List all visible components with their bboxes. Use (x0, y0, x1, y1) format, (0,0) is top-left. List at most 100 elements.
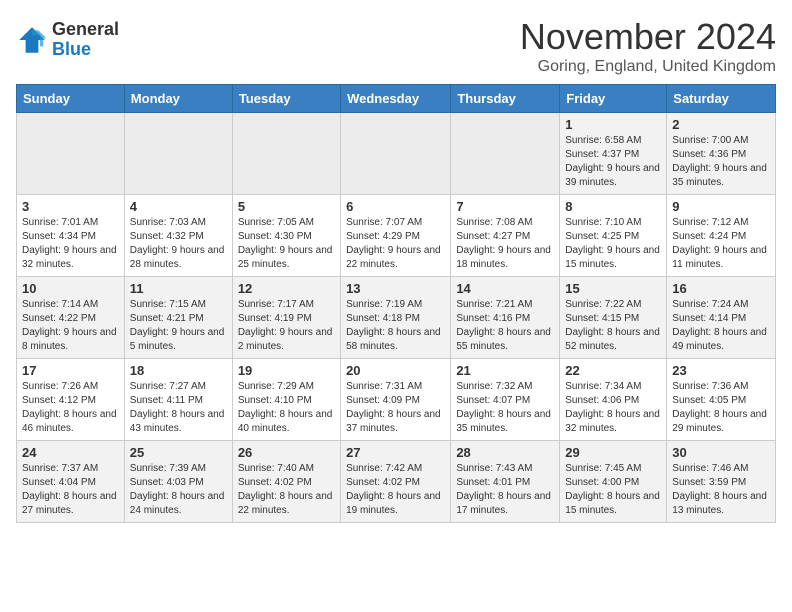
day-number: 2 (672, 117, 770, 132)
calendar-cell (124, 113, 232, 195)
day-number: 14 (456, 281, 554, 296)
day-info: Sunrise: 7:07 AMSunset: 4:29 PMDaylight:… (346, 216, 445, 272)
calendar-cell: 1 Sunrise: 6:58 AMSunset: 4:37 PMDaylight… (560, 113, 667, 195)
calendar-cell: 23 Sunrise: 7:36 AMSunset: 4:05 PMDayligh… (667, 359, 776, 441)
header: General Blue November 2024 Goring, Engla… (16, 16, 776, 76)
day-info: Sunrise: 7:43 AMSunset: 4:01 PMDaylight:… (456, 462, 554, 518)
calendar-cell (232, 113, 340, 195)
day-info: Sunrise: 7:24 AMSunset: 4:14 PMDaylight:… (672, 298, 770, 354)
calendar-cell: 27 Sunrise: 7:42 AMSunset: 4:02 PMDayligh… (341, 441, 451, 523)
day-number: 8 (565, 199, 661, 214)
title-area: November 2024 Goring, England, United Ki… (520, 16, 776, 76)
day-info: Sunrise: 7:32 AMSunset: 4:07 PMDaylight:… (456, 380, 554, 436)
day-info: Sunrise: 7:45 AMSunset: 4:00 PMDaylight:… (565, 462, 661, 518)
calendar-cell: 28 Sunrise: 7:43 AMSunset: 4:01 PMDayligh… (451, 441, 560, 523)
calendar-cell: 22Sunrise: 7:34 AMSunset: 4:06 PMDayligh… (560, 359, 667, 441)
day-info: Sunrise: 7:46 AMSunset: 3:59 PMDaylight:… (672, 462, 770, 518)
calendar-cell: 13 Sunrise: 7:19 AMSunset: 4:18 PMDayligh… (341, 277, 451, 359)
day-info: Sunrise: 7:03 AMSunset: 4:32 PMDaylight:… (130, 216, 227, 272)
day-info: Sunrise: 7:14 AMSunset: 4:22 PMDaylight:… (22, 298, 119, 354)
day-number: 6 (346, 199, 445, 214)
calendar-cell: 4 Sunrise: 7:03 AMSunset: 4:32 PMDaylight… (124, 195, 232, 277)
day-number: 17 (22, 363, 119, 378)
day-number: 1 (565, 117, 661, 132)
day-number: 21 (456, 363, 554, 378)
calendar-cell: 15Sunrise: 7:22 AMSunset: 4:15 PMDayligh… (560, 277, 667, 359)
day-info: Sunrise: 7:08 AMSunset: 4:27 PMDaylight:… (456, 216, 554, 272)
day-info: Sunrise: 7:10 AMSunset: 4:25 PMDaylight:… (565, 216, 661, 272)
calendar-row-4: 24 Sunrise: 7:37 AMSunset: 4:04 PMDayligh… (17, 441, 776, 523)
calendar-row-2: 10 Sunrise: 7:14 AMSunset: 4:22 PMDayligh… (17, 277, 776, 359)
day-number: 20 (346, 363, 445, 378)
calendar-cell: 26Sunrise: 7:40 AMSunset: 4:02 PMDayligh… (232, 441, 340, 523)
day-number: 15 (565, 281, 661, 296)
month-title: November 2024 (520, 16, 776, 58)
weekday-header-tuesday: Tuesday (232, 85, 340, 113)
day-info: Sunrise: 7:17 AMSunset: 4:19 PMDaylight:… (238, 298, 335, 354)
day-info: Sunrise: 7:42 AMSunset: 4:02 PMDaylight:… (346, 462, 445, 518)
calendar-cell: 17Sunrise: 7:26 AMSunset: 4:12 PMDayligh… (17, 359, 125, 441)
calendar-row-3: 17Sunrise: 7:26 AMSunset: 4:12 PMDayligh… (17, 359, 776, 441)
day-info: Sunrise: 7:31 AMSunset: 4:09 PMDaylight:… (346, 380, 445, 436)
day-info: Sunrise: 7:37 AMSunset: 4:04 PMDaylight:… (22, 462, 119, 518)
day-info: Sunrise: 7:27 AMSunset: 4:11 PMDaylight:… (130, 380, 227, 436)
calendar-cell: 2 Sunrise: 7:00 AMSunset: 4:36 PMDaylight… (667, 113, 776, 195)
calendar-cell: 16 Sunrise: 7:24 AMSunset: 4:14 PMDayligh… (667, 277, 776, 359)
day-number: 12 (238, 281, 335, 296)
calendar-cell (451, 113, 560, 195)
logo-text: General Blue (52, 20, 119, 60)
calendar-cell: 10 Sunrise: 7:14 AMSunset: 4:22 PMDayligh… (17, 277, 125, 359)
day-number: 11 (130, 281, 227, 296)
weekday-header-sunday: Sunday (17, 85, 125, 113)
day-number: 30 (672, 445, 770, 460)
calendar-cell: 5Sunrise: 7:05 AMSunset: 4:30 PMDaylight… (232, 195, 340, 277)
calendar-row-1: 3 Sunrise: 7:01 AMSunset: 4:34 PMDaylight… (17, 195, 776, 277)
weekday-header-monday: Monday (124, 85, 232, 113)
calendar-cell: 20 Sunrise: 7:31 AMSunset: 4:09 PMDayligh… (341, 359, 451, 441)
calendar-cell: 24 Sunrise: 7:37 AMSunset: 4:04 PMDayligh… (17, 441, 125, 523)
calendar-cell: 9Sunrise: 7:12 AMSunset: 4:24 PMDaylight… (667, 195, 776, 277)
day-number: 23 (672, 363, 770, 378)
calendar-cell: 18 Sunrise: 7:27 AMSunset: 4:11 PMDayligh… (124, 359, 232, 441)
day-number: 28 (456, 445, 554, 460)
calendar-row-0: 1 Sunrise: 6:58 AMSunset: 4:37 PMDaylight… (17, 113, 776, 195)
logo-icon (16, 24, 48, 56)
day-number: 24 (22, 445, 119, 460)
day-info: Sunrise: 7:36 AMSunset: 4:05 PMDaylight:… (672, 380, 770, 436)
logo-blue-text: Blue (52, 40, 119, 60)
day-number: 4 (130, 199, 227, 214)
calendar-cell: 30 Sunrise: 7:46 AMSunset: 3:59 PMDayligh… (667, 441, 776, 523)
day-number: 27 (346, 445, 445, 460)
day-number: 7 (456, 199, 554, 214)
day-number: 29 (565, 445, 661, 460)
day-number: 5 (238, 199, 335, 214)
day-info: Sunrise: 7:01 AMSunset: 4:34 PMDaylight:… (22, 216, 119, 272)
day-number: 22 (565, 363, 661, 378)
day-number: 18 (130, 363, 227, 378)
calendar-table: SundayMondayTuesdayWednesdayThursdayFrid… (16, 84, 776, 523)
weekday-header-saturday: Saturday (667, 85, 776, 113)
calendar-cell: 6 Sunrise: 7:07 AMSunset: 4:29 PMDaylight… (341, 195, 451, 277)
calendar-cell: 19Sunrise: 7:29 AMSunset: 4:10 PMDayligh… (232, 359, 340, 441)
calendar-cell: 11 Sunrise: 7:15 AMSunset: 4:21 PMDayligh… (124, 277, 232, 359)
day-number: 25 (130, 445, 227, 460)
day-info: Sunrise: 7:00 AMSunset: 4:36 PMDaylight:… (672, 134, 770, 190)
calendar-cell: 21 Sunrise: 7:32 AMSunset: 4:07 PMDayligh… (451, 359, 560, 441)
day-number: 16 (672, 281, 770, 296)
calendar-cell: 12 Sunrise: 7:17 AMSunset: 4:19 PMDayligh… (232, 277, 340, 359)
day-info: Sunrise: 7:19 AMSunset: 4:18 PMDaylight:… (346, 298, 445, 354)
day-info: Sunrise: 7:15 AMSunset: 4:21 PMDaylight:… (130, 298, 227, 354)
day-info: Sunrise: 6:58 AMSunset: 4:37 PMDaylight:… (565, 134, 661, 190)
day-number: 10 (22, 281, 119, 296)
weekday-header-row: SundayMondayTuesdayWednesdayThursdayFrid… (17, 85, 776, 113)
calendar-cell: 14 Sunrise: 7:21 AMSunset: 4:16 PMDayligh… (451, 277, 560, 359)
day-number: 26 (238, 445, 335, 460)
day-number: 3 (22, 199, 119, 214)
day-info: Sunrise: 7:12 AMSunset: 4:24 PMDaylight:… (672, 216, 770, 272)
weekday-header-thursday: Thursday (451, 85, 560, 113)
day-info: Sunrise: 7:21 AMSunset: 4:16 PMDaylight:… (456, 298, 554, 354)
day-number: 13 (346, 281, 445, 296)
calendar-cell: 29 Sunrise: 7:45 AMSunset: 4:00 PMDayligh… (560, 441, 667, 523)
day-info: Sunrise: 7:39 AMSunset: 4:03 PMDaylight:… (130, 462, 227, 518)
weekday-header-wednesday: Wednesday (341, 85, 451, 113)
